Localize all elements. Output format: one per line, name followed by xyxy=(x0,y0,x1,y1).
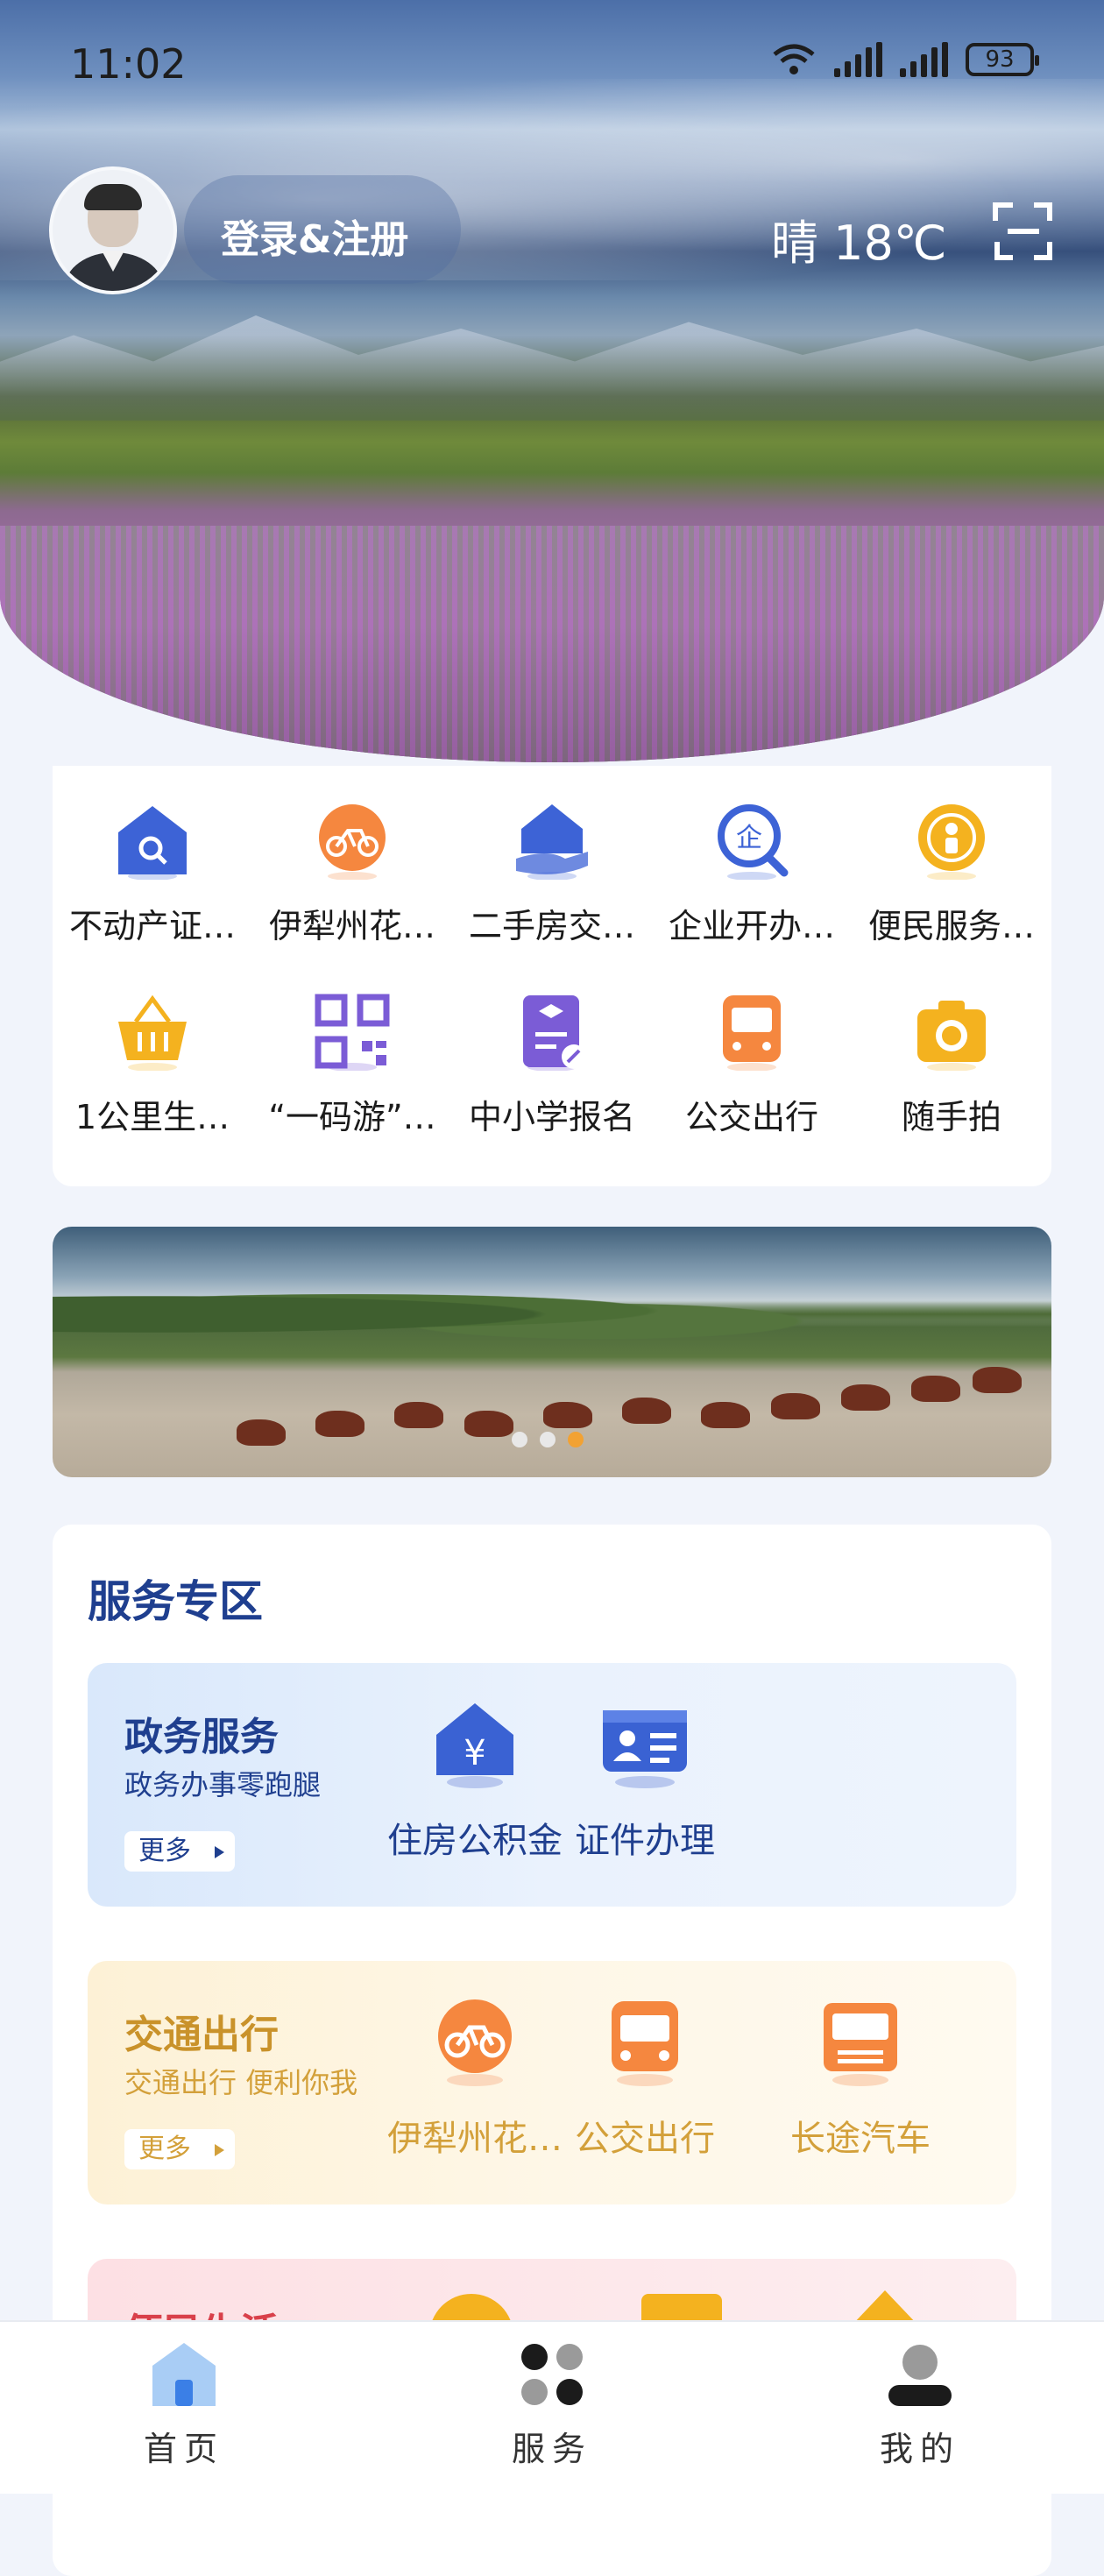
grid-item[interactable]: 二手房交… xyxy=(452,801,652,947)
scan-icon[interactable] xyxy=(992,200,1055,263)
service-bus[interactable]: 公交出行 xyxy=(540,1996,750,2161)
tab-home[interactable]: 首页 xyxy=(96,2339,272,2470)
hero-banner xyxy=(0,0,1104,762)
service-label: 公交出行 xyxy=(575,2119,715,2159)
panel-title: 政务服务 xyxy=(124,1715,279,1759)
camera-icon xyxy=(912,992,991,1072)
horse xyxy=(701,1402,750,1428)
gov-service-panel[interactable]: 政务服务 政务办事零跑腿 更多 ¥ 住房公积金 证件办理 xyxy=(88,1663,1016,1907)
bus-icon xyxy=(599,1996,690,2087)
coach-icon xyxy=(815,1996,906,2087)
grid-item[interactable]: 1公里生… xyxy=(53,992,252,1138)
grid-item-label: 企业开办… xyxy=(668,907,835,945)
battery-icon: 93 xyxy=(966,43,1039,76)
grid-item[interactable]: 便民服务… xyxy=(852,801,1051,947)
house-search-icon xyxy=(113,801,192,881)
grid-item-label: 不动产证… xyxy=(68,907,236,945)
panel-title: 交通出行 xyxy=(124,2013,279,2057)
banner-pagination xyxy=(512,1432,584,1447)
service-coach[interactable]: 长途汽车 xyxy=(755,1996,966,2161)
grid-item[interactable]: 公交出行 xyxy=(652,992,852,1138)
grid-item-label: 公交出行 xyxy=(684,1098,818,1136)
grid-item[interactable]: 伊犁州花… xyxy=(252,801,452,947)
bike-icon xyxy=(313,801,392,881)
grid-item[interactable]: 企 企业开办… xyxy=(652,801,852,947)
bus-icon xyxy=(712,992,791,1072)
grid-item-label: 便民服务… xyxy=(867,907,1035,945)
house-hand-icon xyxy=(513,801,591,881)
service-label: 长途汽车 xyxy=(790,2119,931,2159)
mountain-ridge xyxy=(0,315,1104,421)
horse xyxy=(464,1411,513,1437)
horse xyxy=(771,1393,820,1419)
grid-item[interactable]: 中小学报名 xyxy=(452,992,652,1138)
housing-fund-icon: ¥ xyxy=(429,1698,520,1789)
status-time: 11:02 xyxy=(70,40,187,88)
bottom-tab-bar: 首页 服务 我的 xyxy=(0,2320,1104,2494)
qr-code-icon xyxy=(313,992,392,1072)
more-button[interactable]: 更多 xyxy=(124,2129,235,2169)
horse xyxy=(622,1398,671,1424)
service-zone-title: 服务专区 xyxy=(88,1576,263,1627)
horse xyxy=(543,1402,592,1428)
status-icons: 93 xyxy=(771,42,1039,77)
horse xyxy=(973,1367,1022,1393)
horse xyxy=(911,1376,960,1402)
tab-label: 服务 xyxy=(511,2430,592,2468)
horse xyxy=(841,1384,890,1411)
tab-services[interactable]: 服务 xyxy=(464,2339,640,2470)
more-label: 更多 xyxy=(138,1836,191,1866)
school-form-icon xyxy=(513,992,591,1072)
login-register-link[interactable]: 登录&注册 xyxy=(221,208,408,264)
horse xyxy=(394,1402,443,1428)
svg-text:企: 企 xyxy=(736,823,762,853)
weather-text: 晴 18℃ xyxy=(771,216,947,271)
service-id-card[interactable]: 证件办理 xyxy=(540,1698,750,1863)
svg-text:¥: ¥ xyxy=(464,1733,485,1773)
pagination-dot-active xyxy=(568,1432,584,1447)
pagination-dot xyxy=(540,1432,556,1447)
id-card-icon xyxy=(599,1698,690,1789)
grid-item[interactable]: 不动产证… xyxy=(53,801,252,947)
more-button[interactable]: 更多 xyxy=(124,1831,235,1872)
tab-label: 我的 xyxy=(879,2430,960,2468)
more-label: 更多 xyxy=(138,2134,191,2164)
services-grid-icon xyxy=(517,2339,587,2410)
enterprise-search-icon: 企 xyxy=(712,801,791,881)
horse xyxy=(315,1411,364,1437)
service-label: 证件办理 xyxy=(575,1821,715,1861)
flower-meadow xyxy=(0,526,1104,762)
tab-profile[interactable]: 我的 xyxy=(832,2339,1008,2470)
grid-item-label: “一码游”… xyxy=(268,1098,436,1136)
horse xyxy=(237,1419,286,1446)
grid-item-label: 随手拍 xyxy=(901,1098,1001,1136)
panel-subtitle: 政务办事零跑腿 xyxy=(124,1768,322,1801)
avatar[interactable] xyxy=(49,166,177,294)
home-icon xyxy=(149,2339,219,2410)
wifi-icon xyxy=(773,44,815,74)
grid-item-label: 二手房交… xyxy=(468,907,635,945)
grid-item[interactable]: 随手拍 xyxy=(852,992,1051,1138)
tab-label: 首页 xyxy=(143,2430,224,2468)
profile-icon xyxy=(885,2339,955,2410)
grid-item[interactable]: “一码游”… xyxy=(252,992,452,1138)
transport-panel[interactable]: 交通出行 交通出行 便利你我 更多 伊犁州花… 公交出行 长途汽车 xyxy=(88,1961,1016,2204)
pagination-dot xyxy=(512,1432,527,1447)
banner-trees xyxy=(53,1272,1051,1342)
people-service-icon xyxy=(912,801,991,881)
basket-icon xyxy=(113,992,192,1072)
signal-icon-2 xyxy=(900,42,948,77)
grid-item-label: 中小学报名 xyxy=(468,1098,635,1136)
grid-item-label: 伊犁州花… xyxy=(268,907,435,945)
signal-icon xyxy=(834,42,882,77)
grid-item-label: 1公里生… xyxy=(74,1098,230,1136)
bike-icon xyxy=(429,1996,520,2087)
panel-subtitle: 交通出行 便利你我 xyxy=(124,2066,358,2099)
